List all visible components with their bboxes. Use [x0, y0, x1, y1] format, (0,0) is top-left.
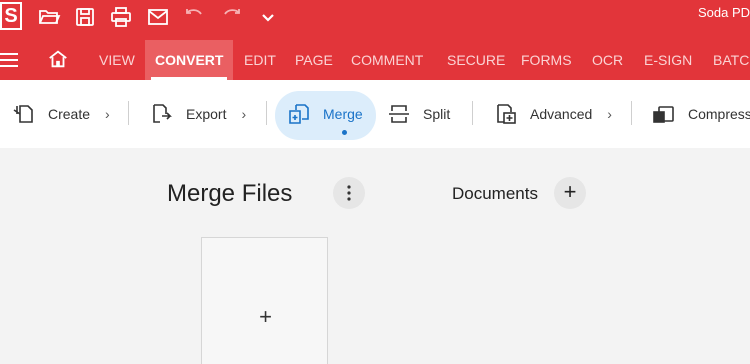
ribbon-separator: [266, 101, 267, 125]
save-icon[interactable]: [73, 5, 97, 29]
menu-convert[interactable]: CONVERT: [145, 40, 234, 80]
create-icon: [12, 102, 36, 126]
app-logo[interactable]: S: [0, 2, 22, 30]
advanced-icon: [494, 102, 518, 126]
advanced-label: Advanced: [530, 106, 593, 122]
advanced-chevron[interactable]: ›: [607, 106, 612, 122]
advanced-button[interactable]: Advanced ›: [494, 80, 612, 148]
split-label: Split: [423, 106, 451, 122]
menu-bar: VIEW CONVERT EDIT PAGE COMMENT SECURE FO…: [0, 38, 750, 80]
merge-icon: [287, 102, 311, 126]
export-chevron[interactable]: ›: [241, 106, 246, 122]
split-button[interactable]: Split: [387, 80, 450, 148]
create-button[interactable]: Create ›: [12, 80, 110, 148]
menu-view[interactable]: VIEW: [99, 38, 135, 80]
documents-label: Documents: [452, 184, 538, 203]
more-options-button[interactable]: [333, 177, 365, 209]
export-button[interactable]: Export ›: [150, 80, 246, 148]
hamburger-menu-icon[interactable]: [0, 52, 18, 68]
split-icon: [387, 102, 411, 126]
menu-esign[interactable]: E-SIGN: [644, 38, 692, 80]
home-icon[interactable]: [47, 48, 69, 70]
merge-button[interactable]: Merge: [287, 80, 363, 148]
menu-batch[interactable]: BATCH: [713, 38, 750, 80]
menu-ocr[interactable]: OCR: [592, 38, 623, 80]
plus-icon: +: [259, 304, 272, 329]
add-document-button[interactable]: +: [554, 177, 586, 209]
create-label: Create: [48, 106, 91, 122]
page-title: Merge Files: [167, 180, 293, 207]
menu-comment[interactable]: COMMENT: [351, 38, 423, 80]
chevron-down-icon[interactable]: [256, 5, 280, 29]
title-bar: S Soda PDF: [0, 0, 750, 38]
merge-workspace: [0, 148, 750, 364]
email-icon[interactable]: [146, 5, 170, 29]
create-chevron[interactable]: ›: [105, 106, 110, 122]
menu-secure[interactable]: SECURE: [447, 38, 505, 80]
menu-forms[interactable]: FORMS: [521, 38, 572, 80]
active-indicator-dot: [342, 130, 347, 135]
ribbon-separator: [472, 101, 473, 125]
ribbon-separator: [128, 101, 129, 125]
ribbon-separator: [631, 101, 632, 125]
redo-icon[interactable]: [219, 5, 243, 29]
export-label: Export: [186, 106, 227, 122]
print-icon[interactable]: [109, 5, 133, 29]
menu-page[interactable]: PAGE: [295, 38, 333, 80]
ribbon-toolbar: Create › Export › Merge Split Advanced ›: [0, 80, 750, 148]
app-title: Soda PDF: [698, 5, 750, 20]
menu-edit[interactable]: EDIT: [244, 38, 276, 80]
merge-label: Merge: [323, 106, 363, 122]
add-file-card[interactable]: +: [201, 237, 328, 364]
undo-icon[interactable]: [183, 5, 207, 29]
open-folder-icon[interactable]: [37, 5, 61, 29]
kebab-icon: [347, 185, 351, 201]
compress-label: Compress: [688, 106, 750, 122]
compress-icon: [652, 102, 676, 126]
export-icon: [150, 102, 174, 126]
compress-button[interactable]: Compress: [652, 80, 750, 148]
